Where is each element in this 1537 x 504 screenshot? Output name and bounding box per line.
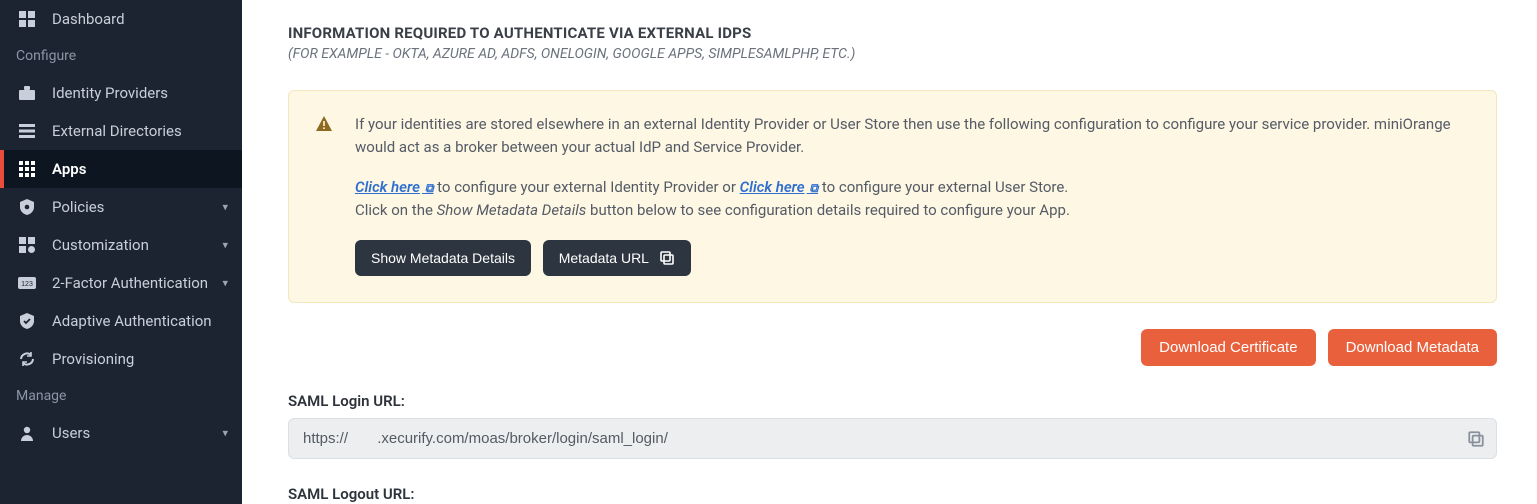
download-actions: Download Certificate Download Metadata [288, 329, 1497, 366]
sidebar-item-external-directories[interactable]: External Directories [0, 112, 242, 150]
sidebar-item-dashboard[interactable]: Dashboard [0, 0, 242, 38]
apps-grid-icon [16, 161, 38, 177]
link-text: Click here [355, 178, 420, 196]
sidebar-item-label: Adaptive Authentication [52, 312, 212, 330]
alert-text-fragment: to configure your external Identity Prov… [433, 178, 739, 196]
download-metadata-button[interactable]: Download Metadata [1328, 329, 1497, 366]
sidebar-item-label: Policies [52, 198, 104, 216]
chevron-down-icon: ▾ [222, 239, 228, 252]
sidebar-item-provisioning[interactable]: Provisioning [0, 340, 242, 378]
sidebar-item-label: Dashboard [52, 10, 125, 28]
sidebar: Dashboard Configure Identity Providers E… [0, 0, 242, 504]
sidebar-item-label: Identity Providers [52, 84, 168, 102]
button-label: Show Metadata Details [371, 250, 515, 266]
puzzle-icon [16, 237, 38, 253]
dashboard-icon [16, 11, 38, 27]
sidebar-item-identity-providers[interactable]: Identity Providers [0, 74, 242, 112]
section-subtitle: (FOR EXAMPLE - OKTA, AZURE AD, ADFS, ONE… [288, 46, 1497, 62]
chevron-down-icon: ▾ [222, 427, 228, 440]
sidebar-item-customization[interactable]: Customization ▾ [0, 226, 242, 264]
sidebar-item-apps[interactable]: Apps [0, 150, 242, 188]
sidebar-section-manage: Manage [0, 378, 242, 414]
show-metadata-emphasis: Show Metadata Details [437, 201, 587, 219]
user-icon [16, 425, 38, 441]
alert-text-fragment: to configure your external User Store. [818, 178, 1068, 196]
main-content: INFORMATION REQUIRED TO AUTHENTICATE VIA… [242, 0, 1537, 504]
sidebar-item-label: Customization [52, 236, 149, 254]
shield-check-icon [16, 313, 38, 329]
sidebar-section-configure: Configure [0, 38, 242, 74]
show-metadata-button[interactable]: Show Metadata Details [355, 240, 531, 276]
svg-text:123: 123 [21, 281, 33, 288]
external-link-icon: ⧉ [807, 181, 819, 195]
alert-buttons: Show Metadata Details Metadata URL [355, 222, 1470, 276]
copy-icon[interactable] [1467, 430, 1485, 448]
warning-icon [315, 113, 333, 276]
saml-login-url-input[interactable] [288, 418, 1497, 459]
sidebar-item-two-factor[interactable]: 123 2-Factor Authentication ▾ [0, 264, 242, 302]
sidebar-item-adaptive-auth[interactable]: Adaptive Authentication [0, 302, 242, 340]
sidebar-item-policies[interactable]: Policies ▾ [0, 188, 242, 226]
alert-text-fragment: button below to see configuration detail… [586, 201, 1070, 219]
link-text: Click here [740, 178, 805, 196]
briefcase-icon [16, 86, 38, 100]
external-link-icon: ⧉ [422, 181, 434, 195]
list-icon [16, 124, 38, 138]
sidebar-item-label: External Directories [52, 122, 182, 140]
sync-icon [16, 351, 38, 367]
saml-login-url-box [288, 418, 1497, 459]
alert-text-links: Click here ⧉ to configure your external … [355, 176, 1470, 223]
keypad-icon: 123 [16, 277, 38, 289]
alert-text-intro: If your identities are stored elsewhere … [355, 113, 1470, 160]
chevron-down-icon: ▾ [222, 277, 228, 290]
sidebar-item-label: 2-Factor Authentication [52, 274, 208, 292]
sidebar-item-label: Provisioning [52, 350, 134, 368]
info-alert: If your identities are stored elsewhere … [288, 90, 1497, 303]
download-certificate-button[interactable]: Download Certificate [1141, 329, 1315, 366]
button-label: Metadata URL [559, 250, 649, 266]
chevron-down-icon: ▾ [222, 201, 228, 214]
alert-text-fragment: Click on the [355, 201, 437, 219]
saml-logout-url-label: SAML Logout URL: [288, 485, 1497, 503]
configure-idp-link[interactable]: Click here ⧉ [355, 178, 433, 196]
shield-gear-icon [16, 199, 38, 215]
section-title: INFORMATION REQUIRED TO AUTHENTICATE VIA… [288, 24, 1497, 42]
sidebar-item-users[interactable]: Users ▾ [0, 414, 242, 452]
metadata-url-button[interactable]: Metadata URL [543, 240, 691, 276]
configure-userstore-link[interactable]: Click here ⧉ [740, 178, 818, 196]
copy-icon [659, 250, 675, 266]
sidebar-item-label: Apps [52, 160, 86, 178]
saml-login-url-label: SAML Login URL: [288, 392, 1497, 410]
alert-body: If your identities are stored elsewhere … [355, 113, 1470, 276]
sidebar-item-label: Users [52, 424, 90, 442]
